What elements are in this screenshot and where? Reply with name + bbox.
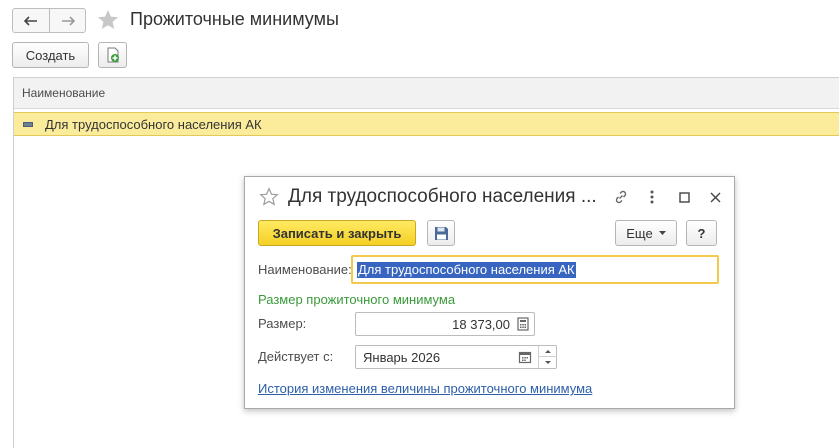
close-icon	[710, 192, 720, 202]
name-label: Наименование:	[258, 262, 352, 277]
add-document-button[interactable]	[98, 42, 127, 68]
size-label: Размер:	[258, 316, 307, 331]
effective-from-input[interactable]: Январь 2026	[355, 345, 557, 369]
section-heading: Размер прожиточного минимума	[258, 292, 456, 307]
calculator-icon[interactable]	[516, 317, 530, 331]
column-header-name[interactable]: Наименование	[14, 78, 839, 109]
row-name: Для трудоспособного населения АК	[45, 116, 262, 132]
more-dropdown-button[interactable]: Еще	[615, 220, 677, 246]
close-button[interactable]	[706, 188, 724, 206]
chevron-down-icon	[658, 231, 666, 235]
save-button[interactable]	[427, 220, 455, 246]
dialog-title: Для трудоспособного населения ...	[288, 186, 597, 207]
favorite-star-outline-icon[interactable]	[259, 187, 279, 207]
navigation-buttons	[12, 8, 86, 33]
arrow-left-icon	[24, 15, 37, 26]
add-document-icon	[107, 47, 119, 63]
name-input[interactable]: Для трудоспособного населения АК	[351, 255, 719, 284]
spin-up-button[interactable]	[539, 346, 557, 357]
maximize-icon	[678, 191, 690, 203]
more-label: Еще	[626, 225, 653, 241]
calendar-icon[interactable]	[518, 350, 532, 364]
save-and-close-button[interactable]: Записать и закрыть	[258, 220, 416, 246]
page-title: Прожиточные минимумы	[130, 9, 339, 29]
create-button[interactable]: Создать	[12, 42, 89, 68]
chevron-down-icon	[545, 361, 551, 364]
table-row[interactable]: Для трудоспособного населения АК	[14, 112, 839, 136]
group-item-icon	[23, 121, 33, 127]
spin-down-button[interactable]	[539, 357, 557, 368]
edit-dialog: Для трудоспособного населения ... Записа…	[244, 176, 735, 409]
back-button[interactable]	[13, 9, 49, 32]
arrow-right-icon	[61, 15, 75, 26]
effective-from-value: Январь 2026	[363, 350, 441, 365]
chevron-up-icon	[545, 349, 551, 353]
size-input[interactable]: 18 373,00	[355, 312, 535, 336]
help-button[interactable]: ?	[686, 220, 717, 246]
forward-button[interactable]	[49, 9, 85, 32]
link-icon	[615, 190, 627, 204]
history-link[interactable]: История изменения величины прожиточного …	[258, 381, 592, 396]
favorite-star-icon[interactable]	[96, 8, 120, 32]
month-spinner	[538, 346, 557, 368]
floppy-disk-icon	[434, 226, 448, 240]
size-input-value: 18 373,00	[452, 317, 510, 332]
name-input-value: Для трудоспособного населения АК	[357, 261, 576, 278]
more-actions-button[interactable]	[643, 188, 661, 206]
vertical-dots-icon	[650, 190, 654, 204]
link-button[interactable]	[612, 188, 630, 206]
effective-from-label: Действует с:	[258, 349, 334, 364]
maximize-button[interactable]	[675, 188, 693, 206]
